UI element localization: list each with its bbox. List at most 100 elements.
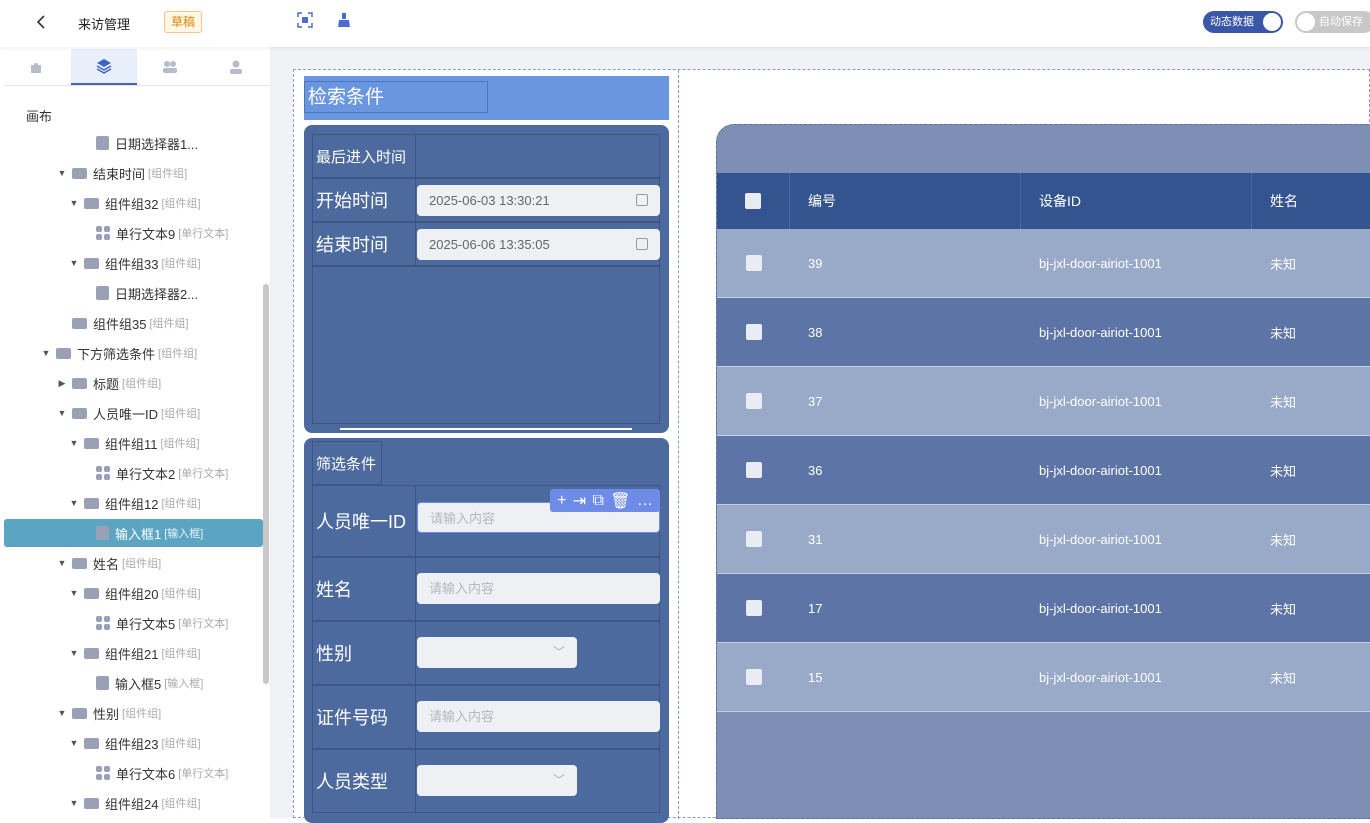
filter-section-label: 筛选条件 <box>316 455 377 473</box>
caret-down-icon[interactable]: ▼ <box>56 168 68 178</box>
name-input[interactable]: 请输入内容 <box>417 573 660 604</box>
row-checkbox[interactable] <box>745 255 762 271</box>
row-checkbox[interactable] <box>745 600 762 616</box>
table-row[interactable]: 38 bj-jxl-door-airiot-1001 未知 <box>717 298 1370 367</box>
tree-node[interactable]: 输入框5 [输入框] <box>4 669 263 697</box>
tree-node[interactable]: ▼ 组件组23 [组件组] <box>4 729 263 757</box>
row-checkbox[interactable] <box>745 324 762 340</box>
select-all-checkbox[interactable] <box>745 193 761 209</box>
tree-node[interactable]: ▼ 姓名 [组件组] <box>4 549 263 577</box>
group-icon <box>56 347 71 359</box>
tree-node[interactable]: ▼ 组件组11 [组件组] <box>4 429 263 457</box>
tree-node[interactable]: 单行文本5 [单行文本] <box>4 609 263 637</box>
chevron-down-icon: ﹀ <box>552 773 565 787</box>
dynamic-data-toggle[interactable]: 动态数据 <box>1203 11 1283 33</box>
caret-down-icon[interactable]: ▼ <box>56 558 68 568</box>
row-checkbox[interactable] <box>745 669 762 685</box>
header-id[interactable]: 编号 <box>790 173 1021 229</box>
divider <box>340 428 632 430</box>
cell-id: 38 <box>808 324 823 340</box>
caret-down-icon[interactable]: ▼ <box>68 198 80 208</box>
caret-down-icon[interactable]: ▼ <box>40 348 52 358</box>
tree-node[interactable]: 组件组35 [组件组] <box>4 309 263 337</box>
tree-node[interactable]: 单行文本9 [单行文本] <box>4 219 263 247</box>
cell-name: 未知 <box>1270 532 1297 548</box>
caret-down-icon[interactable]: ▼ <box>68 498 80 508</box>
caret-down-icon[interactable]: ▼ <box>68 438 80 448</box>
tab-layers[interactable] <box>71 49 137 85</box>
tab-groups[interactable] <box>137 49 203 85</box>
tree-node[interactable]: ▶ 标题 [组件组] <box>4 369 263 397</box>
group-icon <box>84 497 99 509</box>
person-id-label: 人员唯一ID <box>313 486 416 556</box>
tree-node[interactable]: ▼ 组件组24 [组件组] <box>4 789 263 817</box>
start-time-row: 开始时间 2025-06-03 13:30:21 <box>312 178 660 222</box>
table-row[interactable]: 36 bj-jxl-door-airiot-1001 未知 <box>717 436 1370 505</box>
search-header[interactable]: 检索条件 <box>304 76 669 120</box>
caret-down-icon[interactable]: ▼ <box>68 738 80 748</box>
tree-node-type: [组件组] <box>161 588 201 600</box>
start-time-picker[interactable]: 2025-06-03 13:30:21 <box>417 185 660 216</box>
group-icon <box>72 707 87 719</box>
caret-down-icon[interactable]: ▼ <box>68 588 80 598</box>
table-row[interactable]: 39 bj-jxl-door-airiot-1001 未知 <box>717 229 1370 298</box>
back-arrow-icon[interactable] <box>30 11 52 33</box>
insert-icon[interactable]: ⇥ <box>573 491 586 511</box>
gender-select[interactable]: ﹀ <box>417 637 577 668</box>
tree-node[interactable]: ▼ 组件组21 [组件组] <box>4 639 263 667</box>
brush-icon[interactable] <box>336 12 354 30</box>
tree-node-type: [组件组] <box>161 798 201 810</box>
row-checkbox[interactable] <box>745 531 762 547</box>
tree-node[interactable]: 单行文本6 [单行文本] <box>4 759 263 787</box>
table-row[interactable]: 15 bj-jxl-door-airiot-1001 未知 <box>717 643 1370 712</box>
tab-components[interactable] <box>4 49 70 85</box>
tree-node[interactable]: ▼ 组件组20 [组件组] <box>4 579 263 607</box>
table-row[interactable]: 31 bj-jxl-door-airiot-1001 未知 <box>717 505 1370 574</box>
tree-node[interactable]: ▼ 组件组32 [组件组] <box>4 189 263 217</box>
table-row[interactable]: 17 bj-jxl-door-airiot-1001 未知 <box>717 574 1370 643</box>
caret-down-icon[interactable]: ▼ <box>56 708 68 718</box>
row-checkbox[interactable] <box>745 393 762 409</box>
tree-node[interactable]: ▼ 组件组33 [组件组] <box>4 249 263 277</box>
tree-node[interactable]: ▼ 性别 [组件组] <box>4 699 263 727</box>
canvas-label[interactable]: 画布 <box>26 106 52 125</box>
tree-node[interactable]: ▼ 人员唯一ID [组件组] <box>4 399 263 427</box>
caret-down-icon[interactable]: ▼ <box>56 408 68 418</box>
toggle-knob <box>1263 13 1281 31</box>
tab-user[interactable] <box>203 49 269 85</box>
canvas-stage: 检索条件 最后进入时间 开始时间 2025-06-03 13:30:21 结束时… <box>271 47 1370 823</box>
caret-right-icon[interactable]: ▶ <box>56 378 68 389</box>
row-checkbox-cell <box>717 643 790 711</box>
layer-sidebar: 画布 日期选择器1... ▼ 结束时间 [组件组] ▼ 组件组32 [组件组] 单行文本9 [单… <box>0 47 271 818</box>
caret-down-icon[interactable]: ▼ <box>68 648 80 658</box>
person-type-select[interactable]: ﹀ <box>417 765 577 796</box>
id-number-input[interactable]: 请输入内容 <box>417 701 660 732</box>
table-row[interactable]: 37 bj-jxl-door-airiot-1001 未知 <box>717 367 1370 436</box>
fit-screen-icon[interactable] <box>297 12 315 30</box>
tree-node[interactable]: 输入框1 [输入框] <box>4 519 263 547</box>
trash-icon[interactable]: 🗑 <box>610 491 630 511</box>
header-name[interactable]: 姓名 <box>1252 173 1370 229</box>
tree-node[interactable]: 日期选择器2... <box>4 279 263 307</box>
caret-down-icon[interactable]: ▼ <box>68 258 80 268</box>
row-checkbox[interactable] <box>745 462 762 478</box>
tree-node[interactable]: 单行文本2 [单行文本] <box>4 459 263 487</box>
end-time-row: 结束时间 2025-06-06 13:35:05 <box>312 222 660 266</box>
sidebar-scrollbar[interactable] <box>263 284 269 684</box>
copy-icon[interactable]: ⧉ <box>592 492 603 510</box>
add-icon[interactable]: + <box>557 492 566 510</box>
time-filter-box[interactable]: 最后进入时间 开始时间 2025-06-03 13:30:21 结束时间 202… <box>304 125 669 433</box>
tree-node[interactable]: ▼ 结束时间 [组件组] <box>4 159 263 187</box>
layers-icon <box>96 59 112 74</box>
end-time-picker[interactable]: 2025-06-06 13:35:05 <box>417 229 660 260</box>
tree-node-type: [组件组] <box>161 408 201 420</box>
tree-node[interactable]: 日期选择器1... <box>4 129 263 157</box>
autosave-toggle[interactable]: 自动保存 <box>1295 11 1370 33</box>
cell-device-id: bj-jxl-door-airiot-1001 <box>1039 600 1162 616</box>
header-device-id[interactable]: 设备ID <box>1021 173 1252 229</box>
tree-node-label: 下方筛选条件 <box>77 346 156 362</box>
tree-node[interactable]: ▼ 组件组12 [组件组] <box>4 489 263 517</box>
tree-node[interactable]: ▼ 下方筛选条件 [组件组] <box>4 339 263 367</box>
more-icon[interactable]: … <box>637 492 653 510</box>
caret-down-icon[interactable]: ▼ <box>68 798 80 808</box>
